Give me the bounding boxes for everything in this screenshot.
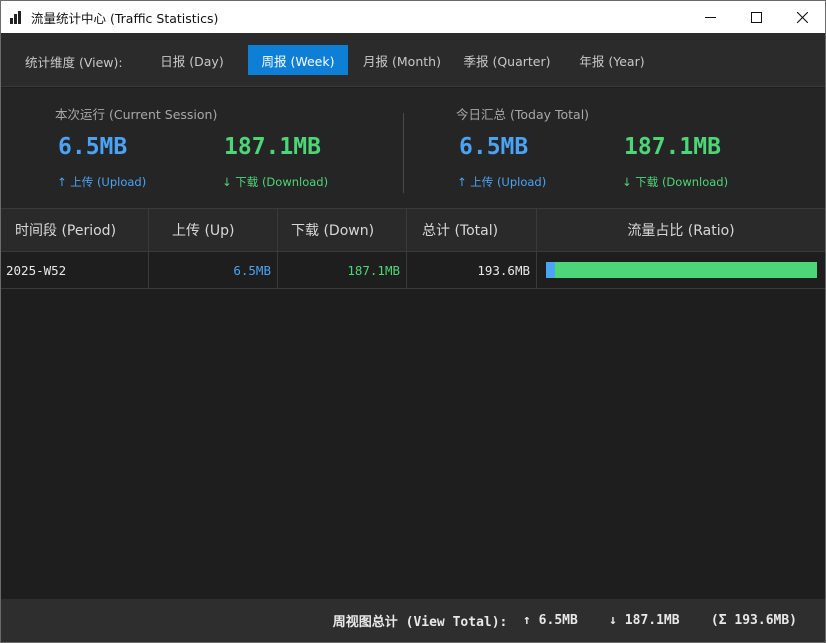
tab-day-label: 日报 (Day) — [160, 53, 224, 69]
header-down[interactable]: 下载 (Down) — [278, 209, 407, 251]
footer-label: 周视图总计 (View Total): — [332, 615, 508, 630]
session-download-label: ↓ 下载 (Download) — [222, 175, 329, 189]
tab-month[interactable]: 月报 (Month) — [357, 45, 447, 75]
ratio-bar-download — [555, 262, 817, 278]
stats-divider — [403, 113, 404, 193]
summary-panel: 本次运行 (Current Session) 6.5MB ↑ 上传 (Uploa… — [1, 88, 825, 208]
today-upload-value: 6.5MB — [459, 134, 529, 160]
tab-year-label: 年报 (Year) — [579, 53, 645, 69]
tab-quarter[interactable]: 季报 (Quarter) — [457, 45, 557, 75]
today-title: 今日汇总 (Today Total) — [456, 107, 590, 122]
cell-up: 6.5MB — [149, 252, 278, 288]
maximize-icon — [750, 11, 762, 23]
header-up[interactable]: 上传 (Up) — [149, 209, 278, 251]
today-upload-label: ↑ 上传 (Upload) — [457, 175, 547, 189]
session-upload-label: ↑ 上传 (Upload) — [57, 175, 147, 189]
ratio-bar-upload — [546, 262, 556, 278]
window-title: 流量统计中心 (Traffic Statistics) — [31, 10, 219, 26]
header-total[interactable]: 总计 (Total) — [407, 209, 537, 251]
cell-period: 2025-W52 — [1, 252, 149, 288]
status-footer: 周视图总计 (View Total): ↑ 6.5MB ↓ 187.1MB (Σ… — [1, 599, 825, 642]
header-ratio[interactable]: 流量占比 (Ratio) — [537, 209, 825, 251]
tab-day[interactable]: 日报 (Day) — [149, 45, 235, 75]
table-header: 时间段 (Period) 上传 (Up) 下载 (Down) 总计 (Total… — [1, 208, 825, 252]
cell-down: 187.1MB — [278, 252, 407, 288]
tab-month-label: 月报 (Month) — [363, 53, 441, 69]
view-label: 统计维度 (View): — [25, 55, 123, 70]
traffic-table: 时间段 (Period) 上传 (Up) 下载 (Down) 总计 (Total… — [1, 208, 825, 289]
today-download-label: ↓ 下载 (Download) — [622, 175, 729, 189]
ratio-bar — [546, 262, 817, 278]
footer-down: ↓ 187.1MB — [609, 613, 680, 628]
view-tab-bar: 统计维度 (View): 日报 (Day) 周报 (Week) 月报 (Mont… — [1, 33, 825, 87]
tab-week[interactable]: 周报 (Week) — [248, 45, 348, 75]
tab-year[interactable]: 年报 (Year) — [567, 45, 657, 75]
app-icon — [10, 10, 24, 24]
title-bar[interactable]: 流量统计中心 (Traffic Statistics) — [1, 1, 825, 33]
session-download-value: 187.1MB — [224, 134, 321, 160]
footer-up: ↑ 6.5MB — [523, 613, 578, 628]
cell-total: 193.6MB — [407, 252, 537, 288]
footer-total: (Σ 193.6MB) — [710, 613, 797, 628]
header-period[interactable]: 时间段 (Period) — [1, 209, 149, 251]
maximize-button[interactable] — [733, 1, 779, 33]
traffic-statistics-window: 流量统计中心 (Traffic Statistics) 统计维度 (View):… — [0, 0, 826, 643]
cell-ratio — [537, 252, 825, 288]
close-button[interactable] — [779, 1, 825, 33]
minimize-button[interactable] — [687, 1, 733, 33]
today-download-value: 187.1MB — [624, 134, 721, 160]
tab-quarter-label: 季报 (Quarter) — [463, 53, 551, 69]
session-title: 本次运行 (Current Session) — [55, 107, 218, 122]
minimize-icon — [704, 16, 716, 18]
close-icon — [796, 11, 808, 23]
session-upload-value: 6.5MB — [58, 134, 128, 160]
tab-week-label: 周报 (Week) — [261, 53, 335, 69]
table-row[interactable]: 2025-W52 6.5MB 187.1MB 193.6MB — [1, 252, 825, 289]
